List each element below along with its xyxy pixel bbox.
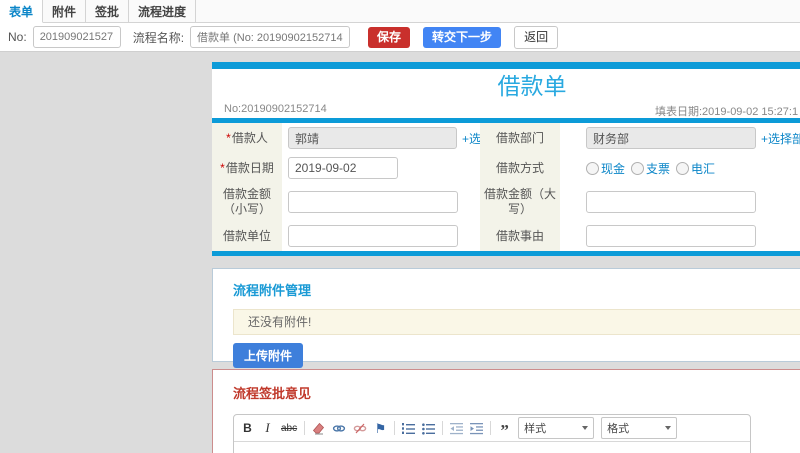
toolbar-separator (442, 421, 444, 435)
save-button[interactable]: 保存 (368, 26, 411, 48)
toolbar-separator (490, 421, 492, 435)
loan-reason-field (560, 221, 800, 251)
outdent-icon[interactable] (450, 420, 464, 436)
toolbar-separator (304, 421, 306, 435)
form-meta-row: No:20190902152714 填表日期:2019-09-02 15:27:… (212, 101, 800, 118)
upload-attachment-button[interactable]: 上传附件 (233, 343, 304, 368)
unlink-icon[interactable] (353, 420, 367, 436)
loan-unit-input[interactable] (288, 225, 458, 247)
page-background: 借款单 No:20190902152714 填表日期:2019-09-02 15… (0, 52, 800, 453)
approval-section-title: 流程签批意见 (233, 386, 312, 401)
action-toolbar: No: 流程名称: 保存 转交下一步 返回 (0, 23, 800, 52)
attachment-section: 流程附件管理 还没有附件! 上传附件 (212, 268, 800, 368)
format-select[interactable]: 格式 (601, 417, 678, 439)
form-fields-grid: * 借款人 +选择人员 借款部门 +选择部门 * 借款日期 (212, 123, 800, 251)
bold-icon[interactable]: B (241, 420, 254, 436)
amount-upper-label: 借款金额（大写） (480, 183, 560, 221)
form-top-bar (212, 62, 800, 69)
loan-unit-field (282, 221, 480, 251)
chevron-down-icon (665, 426, 672, 430)
strikethrough-icon[interactable]: abc (281, 420, 297, 436)
loan-form-card: 借款单 No:20190902152714 填表日期:2019-09-02 15… (212, 62, 800, 256)
process-name-input[interactable] (190, 26, 351, 48)
chevron-down-icon (582, 426, 589, 430)
indent-icon[interactable] (470, 420, 484, 436)
toolbar-separator (394, 421, 396, 435)
form-bottom-bar (212, 251, 800, 256)
radio-icon (631, 161, 645, 175)
editor-toolbar: B I abc ⚑ ” 样式 格式 (234, 415, 750, 442)
required-mark: * (226, 130, 231, 145)
process-name-label: 流程名称: (132, 30, 185, 45)
approval-section: 流程签批意见 B I abc ⚑ ” 样式 格式 (212, 369, 800, 453)
tab-form[interactable]: 表单 (0, 0, 44, 23)
fill-date: 填表日期:2019-09-02 15:27:1 (655, 106, 799, 118)
attachment-section-title: 流程附件管理 (233, 283, 312, 298)
borrower-label: * 借款人 (212, 123, 282, 153)
department-input[interactable] (586, 127, 756, 149)
no-attachment-message: 还没有附件! (233, 309, 800, 335)
doc-number: No:20190902152714 (224, 103, 327, 115)
no-label: No: (8, 30, 27, 44)
tab-attachment[interactable]: 附件 (43, 0, 87, 22)
loan-date-field (282, 153, 480, 183)
radio-icon (586, 161, 599, 175)
amount-lower-input[interactable] (288, 191, 458, 213)
anchor-flag-icon[interactable]: ⚑ (374, 420, 387, 436)
amount-upper-input[interactable] (586, 191, 756, 213)
rich-text-editor: B I abc ⚑ ” 样式 格式 (233, 414, 751, 453)
no-input[interactable] (32, 26, 121, 48)
blockquote-icon[interactable]: ” (498, 422, 511, 439)
radio-cash[interactable]: 现金 (586, 160, 625, 177)
tab-process-progress[interactable]: 流程进度 (129, 0, 197, 22)
italic-icon[interactable]: I (261, 420, 274, 436)
remove-format-icon[interactable] (312, 420, 325, 436)
bullet-list-icon[interactable] (422, 420, 436, 436)
department-field: +选择部门 (560, 123, 800, 153)
tab-approval[interactable]: 签批 (86, 0, 130, 22)
loan-method-label: 借款方式 (480, 153, 560, 183)
radio-wire-transfer[interactable]: 电汇 (676, 160, 715, 177)
borrower-field: +选择人员 (282, 123, 517, 153)
styles-select[interactable]: 样式 (518, 417, 595, 439)
select-department-link[interactable]: +选择部门 (761, 130, 800, 147)
top-tab-bar: 表单 附件 签批 流程进度 (0, 0, 800, 23)
forward-next-step-button[interactable]: 转交下一步 (423, 26, 502, 48)
loan-reason-label: 借款事由 (480, 221, 560, 251)
radio-cheque[interactable]: 支票 (631, 160, 670, 177)
numbered-list-icon[interactable] (402, 420, 416, 436)
editor-content-area[interactable] (234, 442, 750, 453)
workflow-form-page: 表单 附件 签批 流程进度 No: 流程名称: 保存 转交下一步 返回 借款单 … (0, 0, 800, 453)
loan-date-label: * 借款日期 (212, 153, 282, 183)
amount-upper-field (560, 183, 800, 221)
amount-lower-field (282, 183, 480, 221)
loan-date-input[interactable] (288, 157, 398, 179)
radio-icon (676, 161, 690, 175)
loan-method-field: 现金 支票 电汇 (560, 153, 800, 183)
required-mark: * (220, 160, 225, 175)
back-button[interactable]: 返回 (514, 25, 559, 49)
department-label: 借款部门 (480, 123, 560, 153)
borrower-input[interactable] (288, 127, 457, 149)
amount-lower-label: 借款金额（小写） (212, 183, 282, 221)
form-title: 借款单 (497, 73, 567, 99)
loan-unit-label: 借款单位 (212, 221, 282, 251)
loan-reason-input[interactable] (586, 225, 756, 247)
link-icon[interactable] (332, 420, 346, 436)
